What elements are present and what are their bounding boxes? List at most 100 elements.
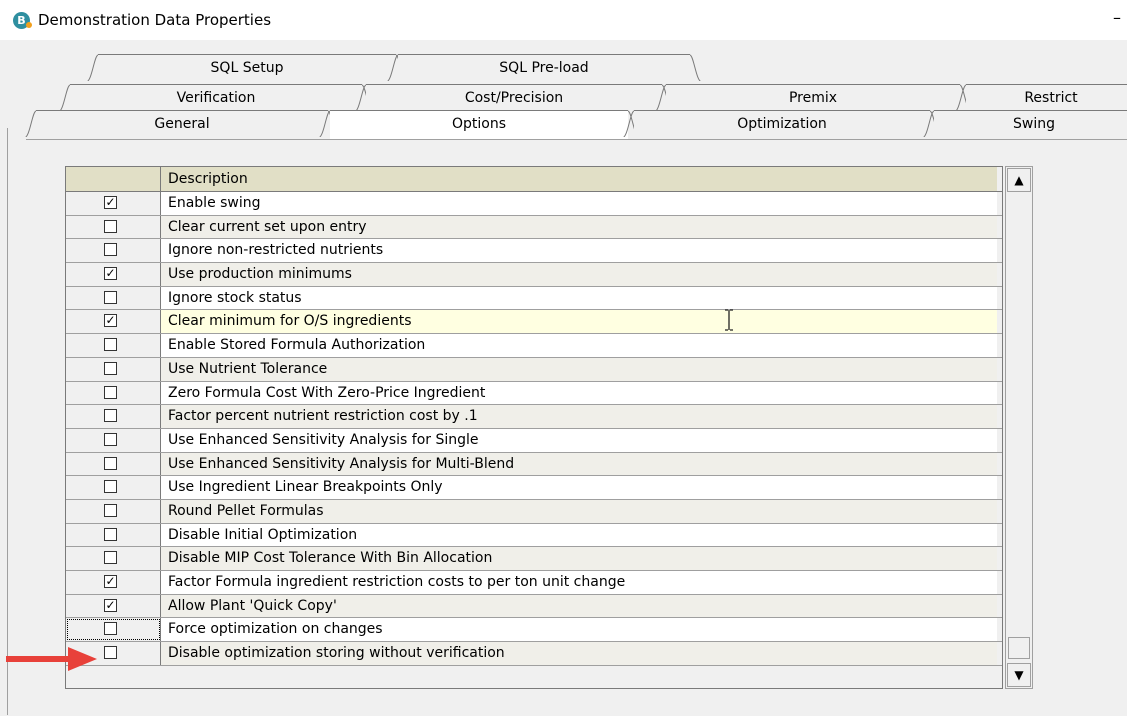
option-checkbox[interactable] <box>104 527 117 541</box>
checkbox-cell[interactable] <box>66 405 161 428</box>
checkbox-cell[interactable]: ✓ <box>66 571 161 594</box>
table-row[interactable]: ✓ Use production minimums <box>66 263 1002 287</box>
grid-header-check-column <box>66 167 161 191</box>
scroll-up-button[interactable]: ▲ <box>1007 168 1031 192</box>
option-checkbox[interactable]: ✓ <box>104 267 117 281</box>
vertical-scrollbar[interactable]: ▲ ▼ <box>1005 166 1033 689</box>
table-row[interactable]: ✓ Factor Formula ingredient restriction c… <box>66 571 1002 595</box>
text-cursor-icon <box>724 309 734 336</box>
option-checkbox[interactable] <box>104 243 117 257</box>
option-description: Use Nutrient Tolerance <box>161 357 997 381</box>
table-row[interactable]: Force optimization on changes <box>66 618 1002 643</box>
table-row[interactable]: Use Enhanced Sensitivity Analysis for Mu… <box>66 452 1002 477</box>
tab-optimization[interactable]: Optimization <box>622 110 942 137</box>
tab-options[interactable]: Options <box>318 110 640 140</box>
tab-cost-precision[interactable]: Cost/Precision <box>354 84 674 111</box>
table-row[interactable]: ✓ Allow Plant 'Quick Copy' <box>66 594 1002 619</box>
table-row[interactable]: Zero Formula Cost With Zero-Price Ingred… <box>66 381 1002 406</box>
checkbox-cell[interactable] <box>66 215 161 239</box>
option-description: Factor Formula ingredient restriction co… <box>161 571 997 594</box>
table-row[interactable]: Ignore stock status <box>66 286 1002 311</box>
checkbox-cell[interactable] <box>66 618 161 642</box>
checkbox-cell[interactable]: ✓ <box>66 310 161 334</box>
checkbox-cell[interactable] <box>66 286 161 310</box>
table-row[interactable]: Factor percent nutrient restriction cost… <box>66 405 1002 429</box>
option-description: Use Enhanced Sensitivity Analysis for Mu… <box>161 452 997 476</box>
option-checkbox[interactable] <box>104 338 117 352</box>
table-row[interactable]: Use Ingredient Linear Breakpoints Only <box>66 476 1002 500</box>
tab-verification[interactable]: Verification <box>58 84 374 111</box>
option-checkbox[interactable] <box>104 432 117 446</box>
option-description: Ignore non-restricted nutrients <box>161 239 997 263</box>
tab-label: Premix <box>788 90 838 106</box>
table-row[interactable]: ✓ Clear minimum for O/S ingredients <box>66 310 1002 335</box>
checkbox-cell[interactable] <box>66 523 161 547</box>
table-row[interactable]: Disable optimization storing without ver… <box>66 642 1002 666</box>
checkbox-cell[interactable] <box>66 334 161 357</box>
option-checkbox[interactable] <box>104 503 117 517</box>
tab-swing[interactable]: Swing <box>922 110 1127 137</box>
option-checkbox[interactable] <box>104 646 117 660</box>
checkbox-cell[interactable] <box>66 452 161 476</box>
option-checkbox[interactable] <box>104 409 117 423</box>
tab-label: Verification <box>176 90 256 106</box>
scroll-down-button[interactable]: ▼ <box>1007 663 1031 687</box>
tab-restrict[interactable]: Restrict <box>954 84 1127 111</box>
tab-label: SQL Setup <box>210 60 284 76</box>
window-title: Demonstration Data Properties <box>38 11 272 29</box>
table-row[interactable]: ✓ Enable swing <box>66 192 1002 216</box>
table-row[interactable]: Round Pellet Formulas <box>66 499 1002 524</box>
option-description: Enable swing <box>161 192 997 215</box>
title-bar: B Demonstration Data Properties – <box>0 0 1127 40</box>
checkbox-cell[interactable] <box>66 547 161 570</box>
option-checkbox[interactable]: ✓ <box>104 314 117 328</box>
option-checkbox[interactable] <box>104 551 117 565</box>
checkbox-cell[interactable]: ✓ <box>66 263 161 286</box>
checkbox-cell[interactable] <box>66 381 161 405</box>
minimize-button[interactable]: – <box>1113 8 1121 27</box>
table-row[interactable]: Disable MIP Cost Tolerance With Bin Allo… <box>66 547 1002 571</box>
option-checkbox[interactable]: ✓ <box>104 575 117 588</box>
checkbox-cell[interactable] <box>66 428 161 452</box>
checkbox-cell[interactable] <box>66 239 161 263</box>
tab-sql-setup[interactable]: SQL Setup <box>86 54 408 81</box>
table-row[interactable]: Use Enhanced Sensitivity Analysis for Si… <box>66 428 1002 453</box>
option-checkbox[interactable] <box>104 480 117 494</box>
grid-header-description[interactable]: Description <box>161 167 997 191</box>
option-checkbox[interactable] <box>104 290 117 304</box>
option-checkbox[interactable] <box>104 219 117 233</box>
scroll-thumb[interactable] <box>1008 637 1030 659</box>
tab-general[interactable]: General <box>24 110 340 137</box>
table-row[interactable]: Use Nutrient Tolerance <box>66 357 1002 382</box>
option-checkbox[interactable] <box>104 622 117 636</box>
option-description: Clear current set upon entry <box>161 215 997 239</box>
table-row[interactable]: Clear current set upon entry <box>66 215 1002 240</box>
option-checkbox[interactable]: ✓ <box>104 598 117 612</box>
option-description: Clear minimum for O/S ingredients <box>161 310 997 334</box>
option-checkbox[interactable] <box>104 456 117 470</box>
checkbox-cell[interactable] <box>66 499 161 523</box>
tab-label: SQL Pre-load <box>499 60 589 76</box>
table-row[interactable]: Ignore non-restricted nutrients <box>66 239 1002 264</box>
tab-premix[interactable]: Premix <box>654 84 972 111</box>
option-checkbox[interactable] <box>104 361 117 375</box>
checkbox-cell[interactable]: ✓ <box>66 192 161 215</box>
option-description: Force optimization on changes <box>161 618 997 642</box>
red-arrow-icon <box>4 644 99 678</box>
option-description: Use Ingredient Linear Breakpoints Only <box>161 476 997 499</box>
option-description: Allow Plant 'Quick Copy' <box>161 594 997 618</box>
tab-sql-pre-load[interactable]: SQL Pre-load <box>386 54 702 81</box>
option-description: Ignore stock status <box>161 286 997 310</box>
checkbox-cell[interactable]: ✓ <box>66 594 161 618</box>
checkbox-cell[interactable] <box>66 476 161 499</box>
checkbox-cell[interactable] <box>66 357 161 381</box>
option-description: Round Pellet Formulas <box>161 499 997 523</box>
tab-label: Swing <box>1013 116 1055 132</box>
option-description: Disable optimization storing without ver… <box>161 642 997 665</box>
option-checkbox[interactable] <box>104 385 117 399</box>
table-row[interactable]: Disable Initial Optimization <box>66 523 1002 548</box>
option-checkbox[interactable]: ✓ <box>104 196 117 209</box>
option-description: Disable Initial Optimization <box>161 523 997 547</box>
table-row[interactable]: Enable Stored Formula Authorization <box>66 334 1002 358</box>
tab-label: General <box>154 116 210 132</box>
